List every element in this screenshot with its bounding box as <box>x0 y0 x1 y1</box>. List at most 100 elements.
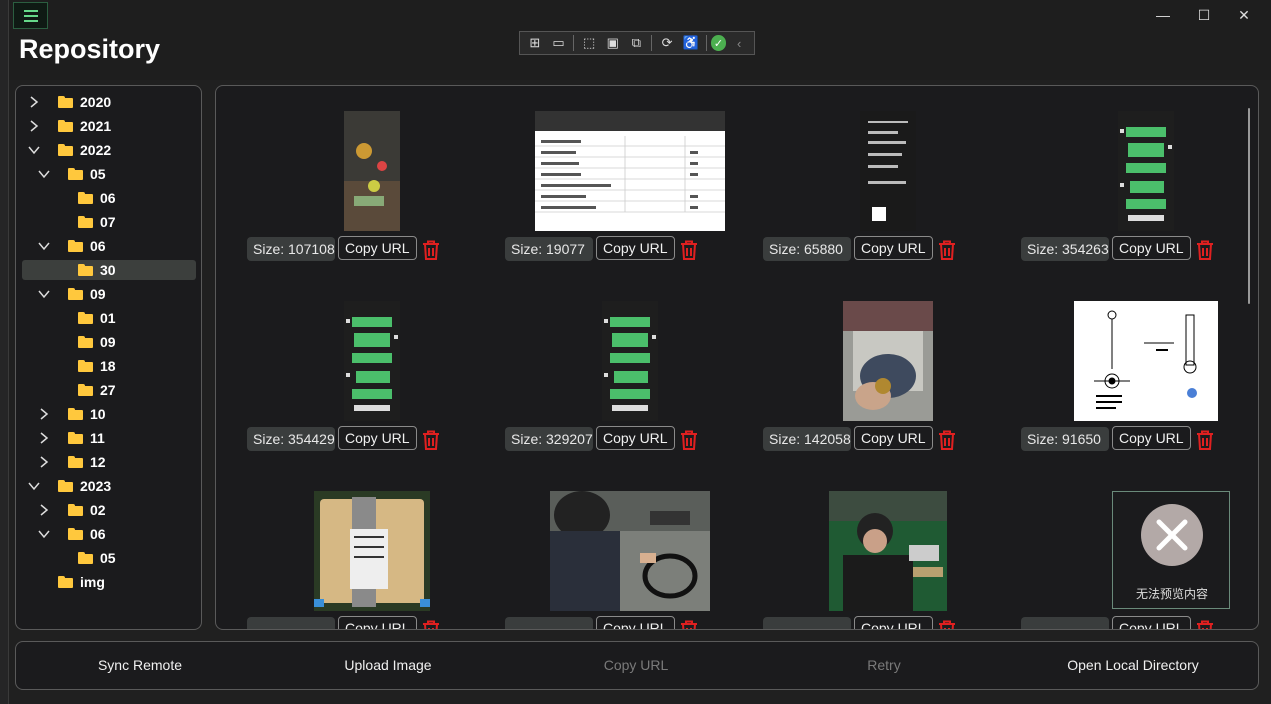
copy-url-button[interactable]: Copy URL <box>1112 616 1191 629</box>
no-preview-label: 无法预览内容 <box>1135 587 1208 601</box>
chevron-right-icon[interactable] <box>26 118 42 134</box>
image-card: Size: 354263 Copy URL <box>1018 111 1258 301</box>
retry-button[interactable]: Retry <box>760 642 1008 689</box>
hamburger-menu-button[interactable] <box>13 2 48 29</box>
tree-item[interactable]: 06 <box>22 524 196 544</box>
tree-item[interactable]: 09 <box>22 332 196 352</box>
folder-icon <box>68 432 83 444</box>
tree-item[interactable]: 05 <box>22 548 196 568</box>
tree-item[interactable]: 06 <box>22 188 196 208</box>
chevron-down-icon[interactable] <box>26 142 42 158</box>
display-layout-adorners-icon[interactable]: ▣ <box>602 34 624 52</box>
folder-icon <box>68 240 83 252</box>
select-element-icon[interactable]: ⬚ <box>578 34 600 52</box>
trash-icon[interactable] <box>936 619 958 629</box>
tree-item-label: 02 <box>90 502 106 518</box>
trash-icon[interactable] <box>420 429 442 451</box>
tree-item[interactable]: 2021 <box>22 116 196 136</box>
image-card: 无法预览内容 Copy URL <box>1018 491 1258 629</box>
tree-item-label: 30 <box>100 262 116 278</box>
trash-icon[interactable] <box>1194 429 1216 451</box>
copy-url-button[interactable]: Copy URL <box>338 236 417 260</box>
image-thumbnail[interactable] <box>1118 111 1174 231</box>
tree-item-label: 06 <box>90 526 106 542</box>
track-focus-icon[interactable]: ⧉ <box>626 34 648 52</box>
sync-remote-button[interactable]: Sync Remote <box>16 642 264 689</box>
folder-icon <box>78 312 93 324</box>
copy-url-button[interactable]: Copy URL <box>338 616 417 629</box>
tree-item[interactable]: 01 <box>22 308 196 328</box>
video-icon[interactable]: ▭ <box>548 34 570 52</box>
image-thumbnail[interactable] <box>535 111 725 231</box>
image-thumbnail[interactable] <box>344 301 400 421</box>
copy-url-button[interactable]: Copy URL <box>854 426 933 450</box>
copy-url-button[interactable]: Copy URL <box>512 642 760 689</box>
minimize-button[interactable]: — <box>1154 6 1172 24</box>
image-thumbnail[interactable] <box>1074 301 1218 421</box>
tree-item[interactable]: 2023 <box>22 476 196 496</box>
upload-image-button[interactable]: Upload Image <box>264 642 512 689</box>
trash-icon[interactable] <box>1194 619 1216 629</box>
close-button[interactable]: ✕ <box>1235 6 1253 24</box>
image-thumbnail[interactable] <box>314 491 430 611</box>
copy-url-button[interactable]: Copy URL <box>596 426 675 450</box>
chevron-down-icon[interactable] <box>36 238 52 254</box>
copy-url-button[interactable]: Copy URL <box>338 426 417 450</box>
action-bar: Sync Remote Upload Image Copy URL Retry … <box>15 641 1259 690</box>
image-thumbnail[interactable] <box>860 111 916 231</box>
trash-icon[interactable] <box>936 239 958 261</box>
copy-url-button[interactable]: Copy URL <box>596 236 675 260</box>
chevron-down-icon[interactable] <box>26 478 42 494</box>
tree-item[interactable]: 2022 <box>22 140 196 160</box>
trash-icon[interactable] <box>420 239 442 261</box>
image-thumbnail[interactable] <box>344 111 400 231</box>
size-badge <box>1021 617 1109 629</box>
image-thumbnail[interactable] <box>829 491 947 611</box>
chevron-right-icon[interactable] <box>36 406 52 422</box>
trash-icon[interactable] <box>1194 239 1216 261</box>
binding-failures-check-icon[interactable]: ✓ <box>710 35 727 51</box>
chevron-right-icon[interactable] <box>36 502 52 518</box>
chevron-down-icon[interactable] <box>36 286 52 302</box>
tree-item[interactable]: 30 <box>22 260 196 280</box>
tree-item[interactable]: 2020 <box>22 92 196 112</box>
image-thumbnail[interactable] <box>550 491 710 611</box>
chevron-down-icon[interactable] <box>36 526 52 542</box>
copy-url-button[interactable]: Copy URL <box>1112 236 1191 260</box>
no-preview-placeholder[interactable]: 无法预览内容 <box>1112 491 1230 609</box>
tree-item[interactable]: img <box>22 572 196 592</box>
chevron-right-icon[interactable] <box>36 430 52 446</box>
app-window: — ☐ ✕ Repository ⊞ ▭ ⬚ ▣ ⧉ ⟳ ♿ ✓ ‹ 2020 2… <box>8 0 1271 704</box>
copy-url-button[interactable]: Copy URL <box>854 616 933 629</box>
trash-icon[interactable] <box>936 429 958 451</box>
copy-url-button[interactable]: Copy URL <box>596 616 675 629</box>
collapse-chevron-icon[interactable]: ‹ <box>728 34 750 52</box>
chevron-down-icon[interactable] <box>36 166 52 182</box>
hot-reload-icon[interactable]: ⟳ <box>656 34 678 52</box>
copy-url-button[interactable]: Copy URL <box>1112 426 1191 450</box>
image-thumbnail[interactable] <box>602 301 658 421</box>
trash-icon[interactable] <box>678 239 700 261</box>
chevron-right-icon[interactable] <box>26 94 42 110</box>
tree-item[interactable]: 11 <box>22 428 196 448</box>
tree-item[interactable]: 09 <box>22 284 196 304</box>
copy-url-button[interactable]: Copy URL <box>854 236 933 260</box>
tree-item[interactable]: 18 <box>22 356 196 376</box>
tree-item[interactable]: 10 <box>22 404 196 424</box>
tree-item[interactable]: 06 <box>22 236 196 256</box>
trash-icon[interactable] <box>420 619 442 629</box>
trash-icon[interactable] <box>678 619 700 629</box>
tree-item[interactable]: 27 <box>22 380 196 400</box>
live-visual-tree-icon[interactable]: ⊞ <box>524 34 546 52</box>
image-thumbnail[interactable] <box>843 301 933 421</box>
tree-item[interactable]: 07 <box>22 212 196 232</box>
tree-item[interactable]: 12 <box>22 452 196 472</box>
tree-item[interactable]: 02 <box>22 500 196 520</box>
accessibility-icon[interactable]: ♿ <box>680 34 702 52</box>
chevron-right-icon[interactable] <box>36 454 52 470</box>
folder-icon <box>58 576 73 588</box>
tree-item[interactable]: 05 <box>22 164 196 184</box>
trash-icon[interactable] <box>678 429 700 451</box>
maximize-button[interactable]: ☐ <box>1195 6 1213 24</box>
open-local-directory-button[interactable]: Open Local Directory <box>1008 642 1258 689</box>
